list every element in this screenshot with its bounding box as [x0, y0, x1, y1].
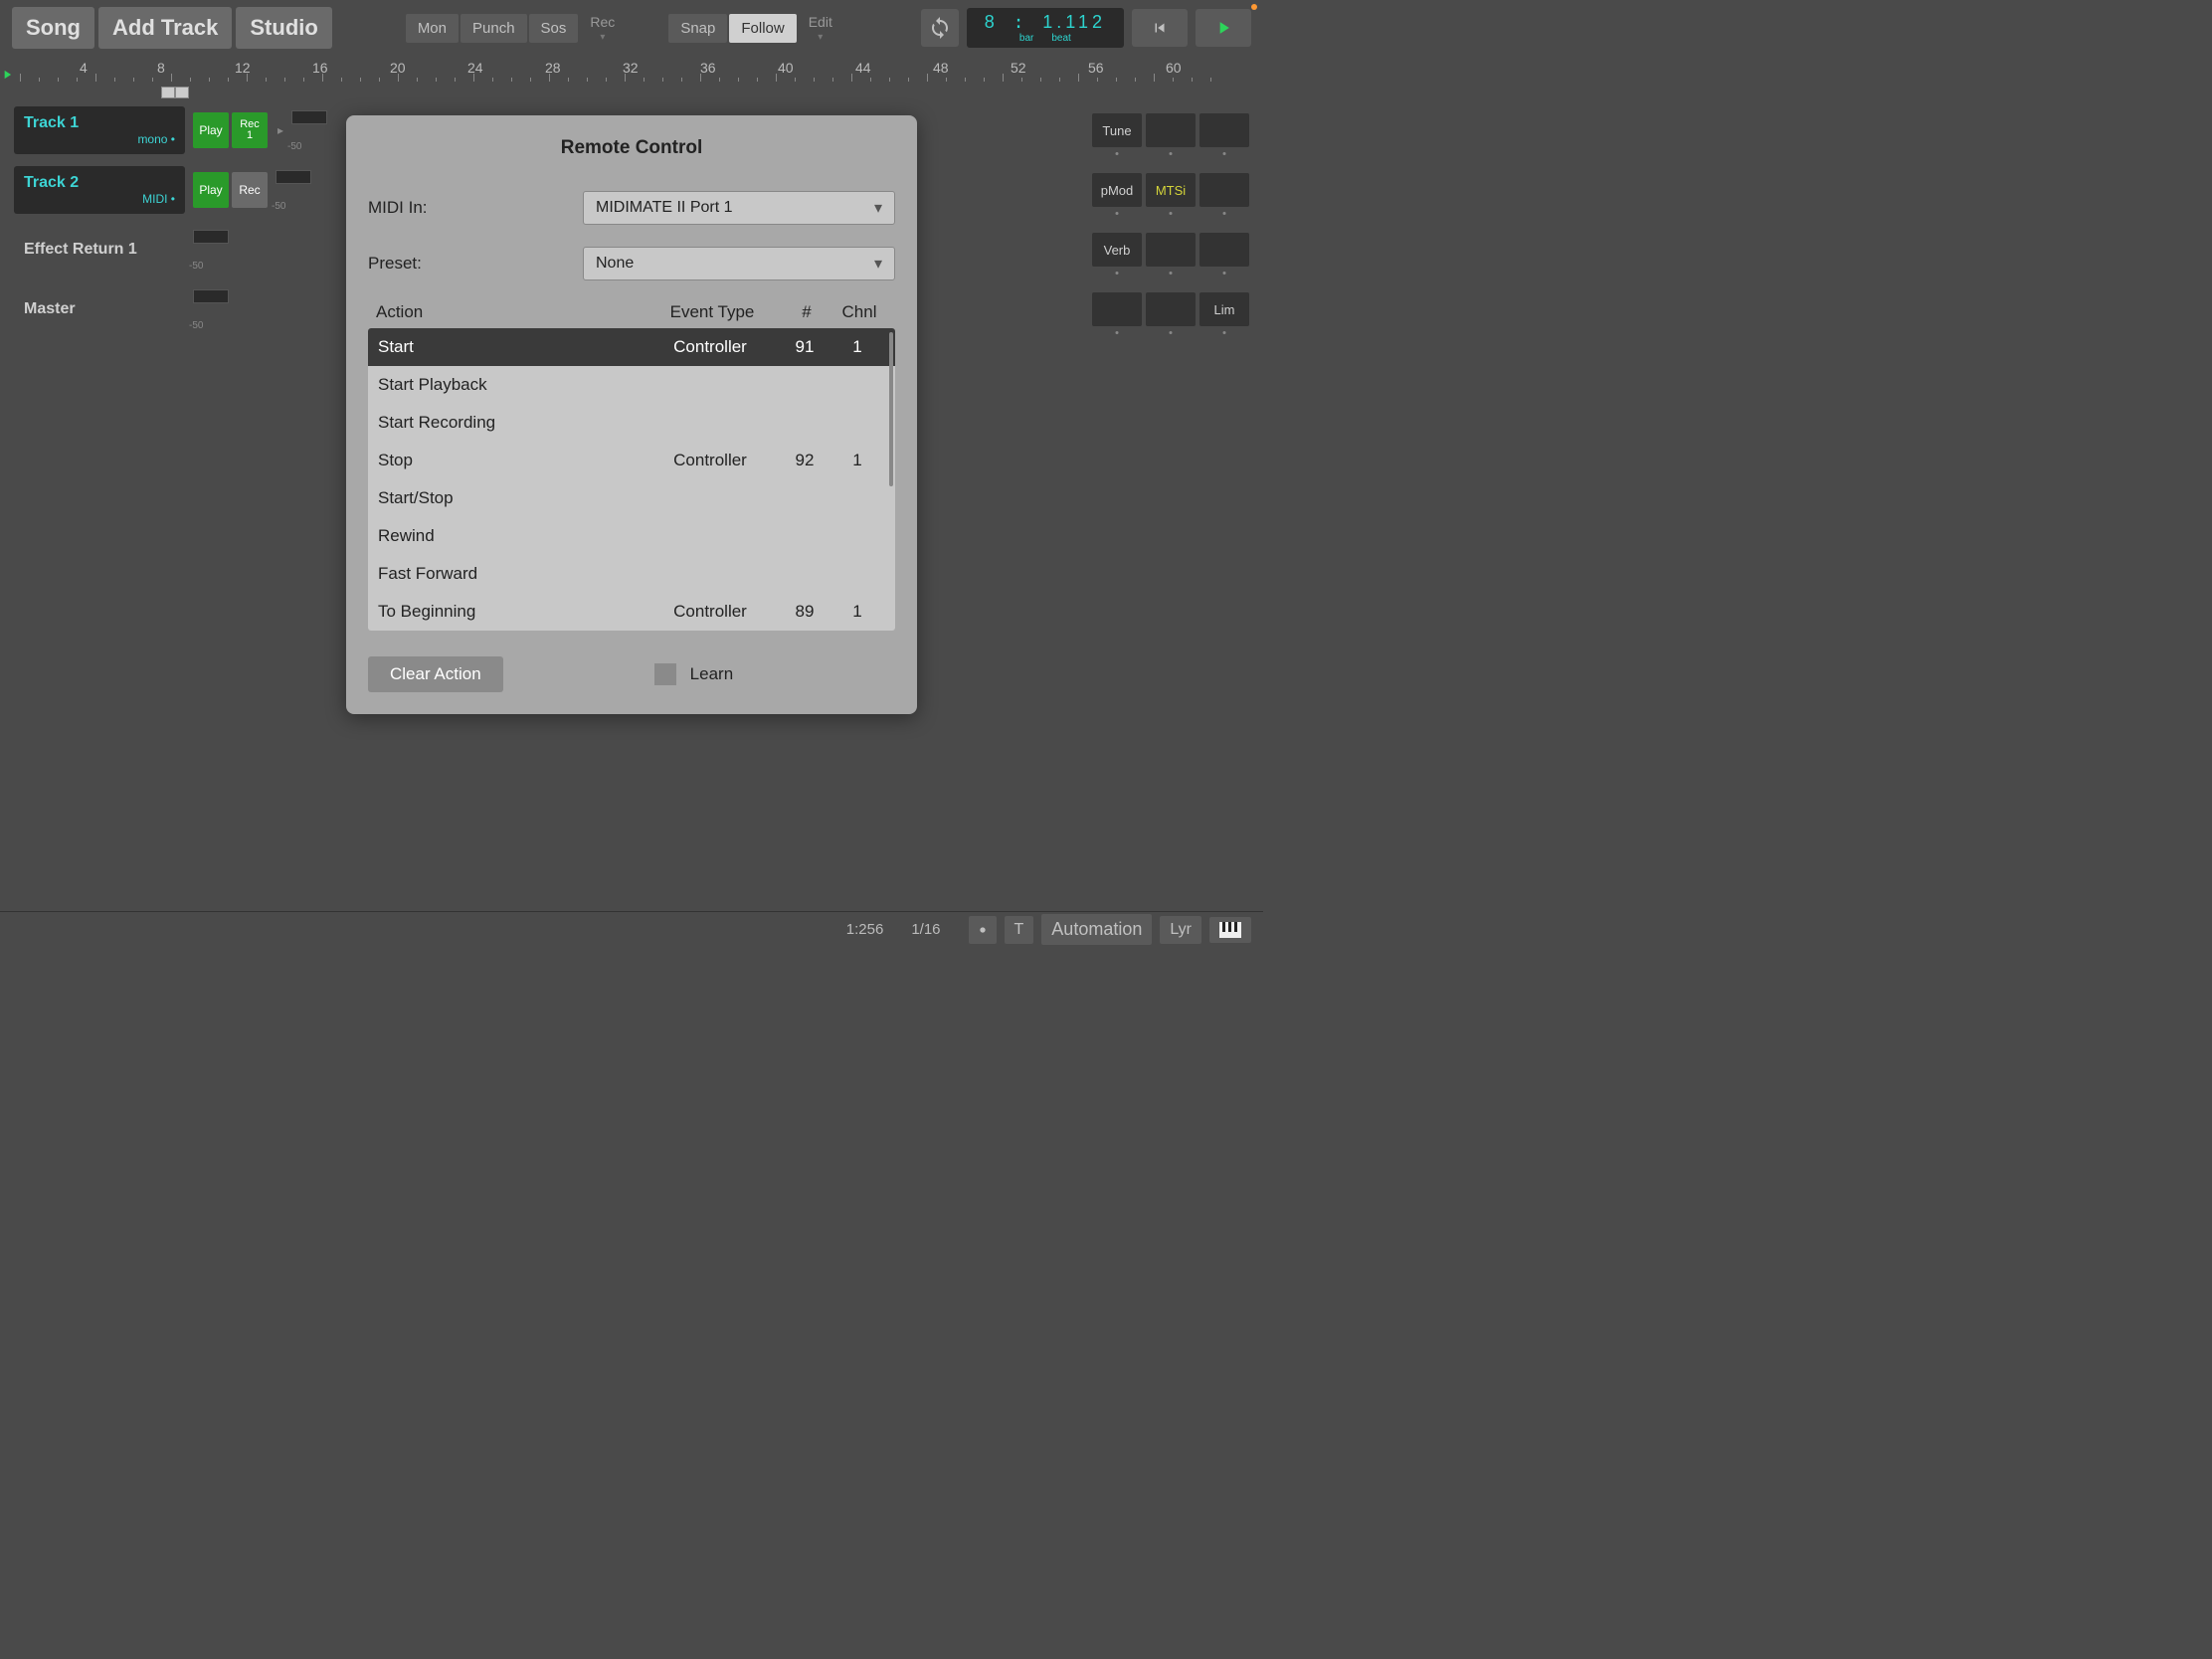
effect-slot[interactable] — [1146, 233, 1196, 267]
zoom-level[interactable]: 1:256 — [846, 921, 884, 938]
action-row[interactable]: To BeginningController891 — [368, 593, 895, 631]
snap-button[interactable]: Snap — [668, 14, 727, 43]
play-button[interactable] — [1196, 9, 1251, 47]
grid-value[interactable]: 1/16 — [911, 921, 940, 938]
track-name: Track 2 — [24, 174, 175, 192]
track-play-button[interactable]: Play — [193, 172, 229, 208]
status-dot — [1251, 4, 1257, 10]
loop-button[interactable] — [921, 9, 959, 47]
track-meter: -50 — [291, 110, 331, 150]
track-name: Effect Return 1 — [24, 241, 175, 259]
preset-select[interactable]: None — [583, 247, 895, 280]
add-track-button[interactable]: Add Track — [98, 7, 232, 49]
skip-back-icon — [1151, 19, 1169, 37]
effect-slot[interactable]: Lim — [1199, 292, 1249, 326]
effect-slot[interactable] — [1092, 292, 1142, 326]
action-row[interactable]: Fast Forward — [368, 555, 895, 593]
action-list[interactable]: StartController911Start PlaybackStart Re… — [368, 328, 895, 631]
lyr-button[interactable]: Lyr — [1160, 916, 1201, 944]
preset-label: Preset: — [368, 254, 583, 274]
effect-slot[interactable] — [1199, 233, 1249, 267]
piano-icon — [1219, 922, 1241, 938]
automation-button[interactable]: Automation — [1041, 914, 1152, 945]
track-header[interactable]: Master — [14, 285, 185, 333]
track-meter: -50 — [276, 170, 315, 210]
midi-in-label: MIDI In: — [368, 198, 583, 218]
mon-button[interactable]: Mon — [406, 14, 459, 43]
playhead-icon[interactable] — [0, 68, 14, 87]
loop-icon — [928, 16, 952, 40]
effect-slot[interactable] — [1146, 292, 1196, 326]
record-button[interactable] — [969, 916, 997, 944]
main-toolbar: Song Add Track Studio Mon Punch Sos Rec … — [0, 0, 1263, 56]
track-rec-button[interactable]: Rec1 — [232, 112, 268, 148]
time-display[interactable]: 8 : 1.112 barbeat — [967, 8, 1124, 48]
status-bar: 1:256 1/16 T Automation Lyr — [0, 911, 1263, 947]
dialog-title: Remote Control — [368, 137, 895, 159]
loop-region-handle[interactable] — [161, 86, 191, 97]
track-name: Master — [24, 300, 175, 318]
track-meter: -50 — [193, 289, 233, 329]
sos-button[interactable]: Sos — [529, 14, 579, 43]
track-meter: -50 — [193, 230, 233, 270]
edit-dropdown[interactable]: Edit — [809, 14, 832, 43]
track-header[interactable]: Track 2MIDI • — [14, 166, 185, 214]
action-row[interactable]: Start Recording — [368, 404, 895, 442]
track-play-button[interactable]: Play — [193, 112, 229, 148]
clear-action-button[interactable]: Clear Action — [368, 656, 503, 692]
timeline-ruler[interactable]: 4812162024283236404448525660 — [0, 56, 1263, 97]
piano-button[interactable] — [1209, 917, 1251, 943]
follow-button[interactable]: Follow — [729, 14, 796, 43]
effect-slot[interactable]: Verb — [1092, 233, 1142, 267]
studio-button[interactable]: Studio — [236, 7, 331, 49]
action-row[interactable]: Rewind — [368, 517, 895, 555]
scrollbar[interactable] — [889, 332, 893, 486]
time-value: 8 : 1.112 — [985, 12, 1106, 33]
midi-in-select[interactable]: MIDIMATE II Port 1 — [583, 191, 895, 225]
track-subtype: MIDI • — [24, 192, 175, 206]
rec-dropdown[interactable]: Rec — [590, 14, 615, 43]
effect-slot[interactable] — [1199, 173, 1249, 207]
time-labels: barbeat — [985, 33, 1106, 44]
remote-control-dialog: Remote Control MIDI In: MIDIMATE II Port… — [346, 115, 917, 714]
track-subtype: mono • — [24, 132, 175, 146]
learn-label: Learn — [690, 664, 733, 684]
play-icon — [1213, 18, 1233, 38]
effect-slot[interactable] — [1199, 113, 1249, 147]
track-rec-button[interactable]: Rec — [232, 172, 268, 208]
circle-icon — [979, 923, 987, 937]
action-table-header: Action Event Type # Chnl — [368, 302, 895, 328]
action-row[interactable]: Start Playback — [368, 366, 895, 404]
effect-slot[interactable] — [1146, 113, 1196, 147]
action-row[interactable]: StartController911 — [368, 328, 895, 366]
action-row[interactable]: Start/Stop — [368, 479, 895, 517]
expand-icon[interactable]: ▸ — [277, 123, 283, 137]
song-button[interactable]: Song — [12, 7, 94, 49]
action-row[interactable]: StopController921 — [368, 442, 895, 479]
effect-slot[interactable]: pMod — [1092, 173, 1142, 207]
rewind-to-start-button[interactable] — [1132, 9, 1188, 47]
punch-button[interactable]: Punch — [461, 14, 527, 43]
effect-slot[interactable]: MTSi — [1146, 173, 1196, 207]
track-header[interactable]: Effect Return 1 — [14, 226, 185, 274]
track-name: Track 1 — [24, 114, 175, 132]
learn-checkbox[interactable] — [654, 663, 676, 685]
t-button[interactable]: T — [1005, 916, 1034, 944]
track-header[interactable]: Track 1mono • — [14, 106, 185, 154]
effect-slot[interactable]: Tune — [1092, 113, 1142, 147]
